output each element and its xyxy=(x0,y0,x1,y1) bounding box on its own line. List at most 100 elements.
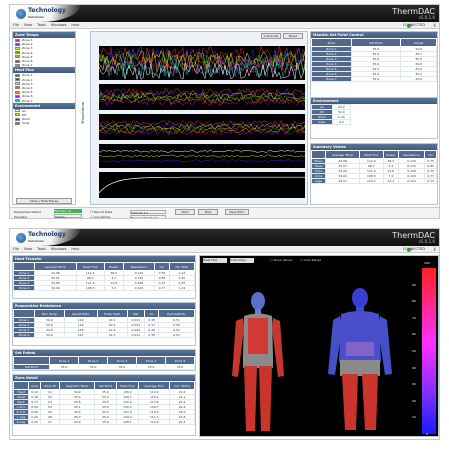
record-data-checkbox[interactable]: ☐ Record Data xyxy=(90,210,112,214)
column-header: Heat Flux xyxy=(359,150,384,159)
column-header: Average Temp xyxy=(325,150,361,159)
manikin-back-right-leg xyxy=(259,366,272,431)
manikin-front xyxy=(328,288,392,430)
table-cell: R Leg xyxy=(12,419,30,425)
table-cell: 35.0 xyxy=(136,364,166,370)
column-header: Cur. Ohms xyxy=(169,381,195,390)
column-header: Zone 5 xyxy=(165,356,195,365)
show-hide-traces-button[interactable]: Show / Hide Traces xyxy=(16,198,72,204)
stop-button[interactable]: Stop xyxy=(198,209,218,215)
logo-line1: Technology xyxy=(28,231,66,238)
column-header: Zone 2 xyxy=(78,356,109,365)
logo-text: Technology Solutions xyxy=(28,232,66,244)
y-axis-label: Temperature xyxy=(81,101,85,124)
column-header: Evap Heat xyxy=(96,309,128,318)
heat-transfer-panel: Heat Transfer Average Temp Heat Flux Power… xyxy=(12,255,196,299)
manikin-view-panel: Heat Flux Front View ☐ Show Values ☐ Aut… xyxy=(199,255,439,437)
trend-chart-panel: Autoscale Pause xyxy=(90,31,308,205)
column-header: Skin Temp xyxy=(33,309,65,318)
legend-swatch xyxy=(15,109,20,113)
app-version: v5.0.1.6 xyxy=(418,15,435,20)
table-row: Zone 4 35.0 34.8 xyxy=(311,61,437,67)
column-header: Permeability xyxy=(158,309,195,318)
menu-help[interactable]: Help xyxy=(71,23,79,27)
legend-item[interactable]: Solar xyxy=(13,121,75,125)
menu-view[interactable]: View xyxy=(24,247,32,251)
manikin-front-right-leg xyxy=(362,374,378,430)
scale-min-label: 0 xyxy=(426,432,428,436)
column-header: Zone ID xyxy=(40,381,61,390)
scale-tick-label: 70 xyxy=(412,315,416,320)
legend-swatch xyxy=(15,46,20,50)
legend-swatch xyxy=(15,38,20,42)
table-corner xyxy=(13,309,35,318)
column-header: Power xyxy=(382,150,399,159)
start-button[interactable]: Start xyxy=(175,209,195,215)
zone-detail-panel: Zone Detail Area Zone ID Segment Temp Set P… xyxy=(12,374,196,436)
table-cell: Set Point xyxy=(12,364,51,370)
new-point-button[interactable]: New Point xyxy=(225,209,249,215)
heat-transfer-table: Average Temp Heat Flux Power Resistance Clo C… xyxy=(12,262,196,291)
table-cell: 0.113 xyxy=(397,178,426,184)
legend-label: Zone 7 xyxy=(22,98,33,103)
table-cell: 34.9 xyxy=(33,332,65,338)
legend-swatch xyxy=(15,99,20,103)
experiment-name-field[interactable]: Test Run 01 xyxy=(54,209,82,213)
manikin-back-hips xyxy=(243,354,273,368)
autoscale-button[interactable]: Autoscale xyxy=(261,33,281,39)
column-header: im xyxy=(144,309,160,318)
log-alarms-checkbox[interactable]: ☐ Log Alarms xyxy=(90,215,110,218)
column-header: Clo xyxy=(424,150,437,159)
logo-mark-icon xyxy=(16,9,26,19)
legend-swatch xyxy=(15,113,20,117)
legend-swatch xyxy=(15,86,20,90)
menu-help[interactable]: Help xyxy=(71,247,79,251)
close-icon[interactable]: X xyxy=(433,247,436,252)
operator-field[interactable]: Admin xyxy=(54,214,82,218)
menu-windows[interactable]: Windows xyxy=(51,247,67,251)
table-cell: 35.0 xyxy=(107,364,138,370)
pause-button[interactable]: Pause xyxy=(283,33,303,39)
summary-table: Average Temp Heat Flux Power Resistance Clo M… xyxy=(310,150,437,184)
legend-swatch xyxy=(15,73,20,77)
setpoint-table: Zone Set Point Actual Zone 1 35.0 34.9 Zone 23… xyxy=(311,38,437,82)
menu-view[interactable]: View xyxy=(24,23,32,27)
thermdac-window-manikin: Technology Solutions ThermDAC v5.0.1.6 F… xyxy=(9,228,440,440)
table-row: Zone 5 35.0 35.0 xyxy=(311,66,437,72)
evap-resistance-table: Skin Temp Sweat Rate Evap Heat Ret im Permeab… xyxy=(13,309,195,338)
menu-bar: File View Tools Windows Help xyxy=(10,22,439,29)
table-cell: 34.97 xyxy=(325,178,361,184)
table-cell: 0.120 xyxy=(122,285,156,291)
manikin-back-torso-zone xyxy=(248,318,268,356)
color-scale-bar xyxy=(422,268,436,434)
plot-band-5 xyxy=(99,172,305,198)
legend-swatch xyxy=(15,94,20,98)
table-cell: 07 xyxy=(40,419,61,425)
menu-file[interactable]: File xyxy=(13,247,19,251)
interval-field[interactable]: Interval 1 s xyxy=(130,210,166,215)
table-cell: 34.9 xyxy=(400,76,437,82)
table-cell: Legs xyxy=(310,178,327,184)
table-cell: Zone 7 xyxy=(311,76,352,82)
column-header: Resistance xyxy=(122,262,156,271)
trend-plots[interactable] xyxy=(99,42,305,200)
manikin-render[interactable] xyxy=(200,256,440,438)
close-icon[interactable]: X xyxy=(433,23,436,28)
legend-swatch xyxy=(15,63,20,67)
legend-swatch xyxy=(15,51,20,55)
legend-swatch xyxy=(15,121,20,125)
manikin-back-left-arm xyxy=(232,318,244,377)
column-header xyxy=(12,381,30,390)
table-cell: 35.0 xyxy=(165,364,195,370)
column-header: Area xyxy=(28,381,42,390)
column-header: Segment Temp xyxy=(59,381,96,390)
column-header: Set Point xyxy=(350,38,402,47)
menu-windows[interactable]: Windows xyxy=(51,23,67,27)
menu-tools[interactable]: Tools xyxy=(37,23,46,27)
menu-tools[interactable]: Tools xyxy=(37,247,46,251)
menu-file[interactable]: File xyxy=(13,23,19,27)
table-cell: 121 xyxy=(63,332,98,338)
elapsed-field: Elapsed 00:42:10 xyxy=(130,215,166,218)
table-cell[interactable]: 35.0 xyxy=(350,76,402,82)
manikin-front-left-leg xyxy=(342,374,358,430)
